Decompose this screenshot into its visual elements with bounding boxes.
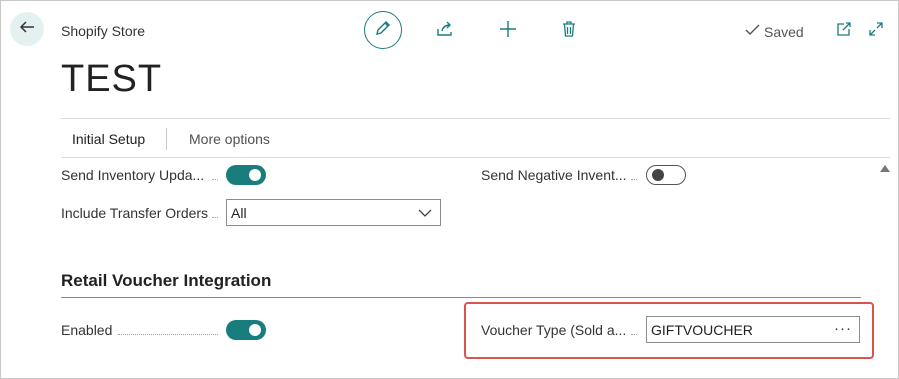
- share-icon: [436, 20, 454, 43]
- share-button[interactable]: [435, 21, 455, 41]
- edit-button[interactable]: [364, 11, 402, 49]
- saved-status: Saved: [745, 23, 804, 40]
- arrow-left-icon: [18, 18, 36, 41]
- tabs-top-divider: [61, 118, 890, 119]
- pencil-icon: [374, 19, 392, 42]
- trash-icon: [560, 20, 578, 43]
- send-inventory-update-label: Send Inventory Upda...: [61, 167, 205, 183]
- open-in-new-icon: [836, 21, 852, 42]
- tab-more-options[interactable]: More options: [189, 131, 270, 147]
- add-button[interactable]: [498, 20, 518, 43]
- send-negative-inventory-label: Send Negative Invent...: [481, 167, 627, 183]
- back-button[interactable]: [10, 12, 44, 46]
- include-transfer-orders-label: Include Transfer Orders: [61, 205, 209, 221]
- chevron-down-icon: [418, 206, 432, 222]
- expand-icon: [868, 21, 884, 42]
- lookup-button[interactable]: ···: [834, 320, 852, 337]
- send-inventory-update-toggle[interactable]: [226, 165, 266, 185]
- page-title: TEST: [61, 58, 163, 100]
- toggle-knob: [249, 324, 261, 336]
- tab-initial-setup[interactable]: Initial Setup: [72, 131, 145, 147]
- tab-separator: [166, 128, 167, 150]
- expand-button[interactable]: [867, 21, 885, 42]
- saved-label: Saved: [764, 23, 804, 40]
- field-dots: [631, 334, 637, 335]
- field-dots: [118, 334, 218, 335]
- page-frame: Shopify Store TEST Saved Initial Setup M…: [0, 0, 899, 379]
- enabled-label: Enabled: [61, 322, 113, 338]
- delete-button[interactable]: [559, 20, 579, 43]
- section-title: Retail Voucher Integration: [61, 271, 272, 290]
- checkmark-icon: [745, 23, 761, 40]
- section-divider: [61, 297, 861, 298]
- voucher-type-label: Voucher Type (Sold a...: [481, 322, 627, 338]
- plus-icon: [499, 20, 517, 43]
- field-dots: [212, 217, 218, 218]
- include-transfer-orders-select[interactable]: All: [226, 199, 441, 226]
- open-new-window-button[interactable]: [835, 21, 853, 42]
- enabled-toggle[interactable]: [226, 320, 266, 340]
- page-caption: Shopify Store: [61, 23, 146, 39]
- field-dots: [212, 179, 218, 180]
- send-negative-inventory-toggle[interactable]: [646, 165, 686, 185]
- scroll-up-arrow[interactable]: [880, 165, 890, 172]
- toggle-knob: [652, 169, 664, 181]
- tabs-bottom-divider: [61, 157, 890, 158]
- include-transfer-orders-value: All: [231, 205, 247, 221]
- field-dots: [631, 179, 637, 180]
- voucher-type-value: GIFTVOUCHER: [651, 322, 753, 338]
- toggle-knob: [249, 169, 261, 181]
- voucher-type-field[interactable]: GIFTVOUCHER ···: [646, 316, 860, 343]
